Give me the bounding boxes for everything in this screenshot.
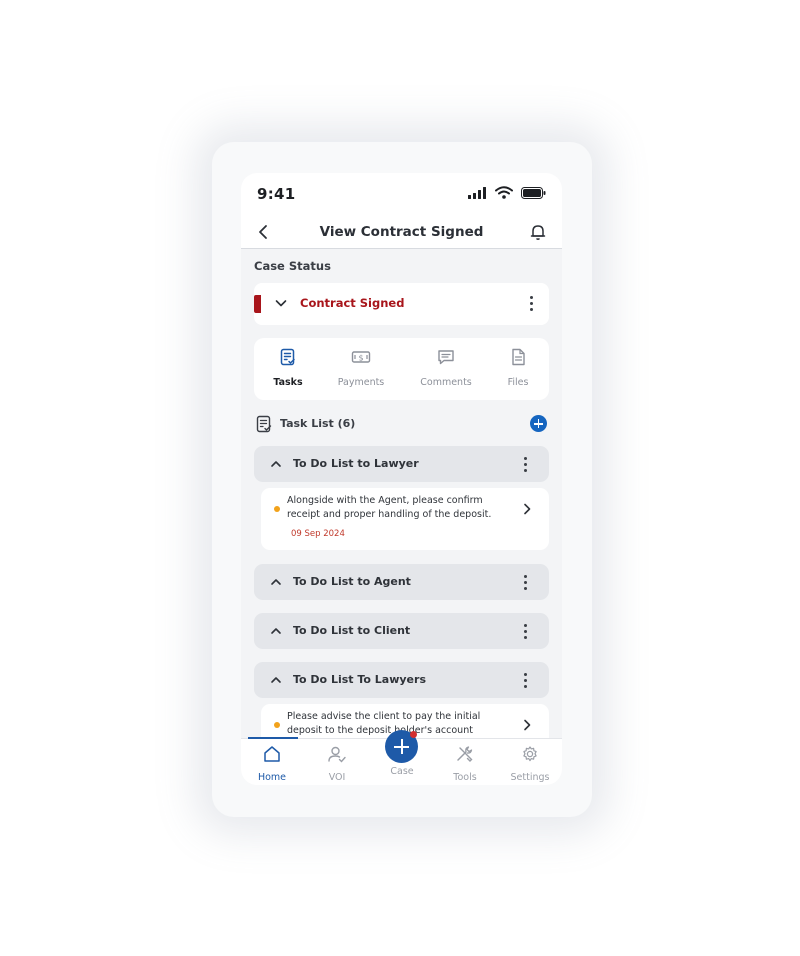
case-status-card[interactable]: Contract Signed [254, 283, 549, 325]
clock: 9:41 [257, 185, 296, 203]
chevron-up-icon[interactable] [270, 625, 282, 637]
page-title: View Contract Signed [319, 224, 484, 240]
task-date: 09 Sep 2024 [291, 529, 345, 539]
tab-comments[interactable]: Comments [416, 348, 476, 389]
gear-icon [523, 746, 537, 762]
payments-icon: $ [351, 351, 371, 363]
nav-label: Settings [510, 772, 550, 783]
task-list-icon [256, 415, 272, 433]
chevron-right-icon[interactable] [521, 502, 533, 516]
wifi-icon [495, 186, 513, 199]
task-list-title: Task List (6) [280, 417, 356, 430]
task-status-dot [274, 506, 280, 512]
tab-label: Payments [337, 377, 385, 388]
home-icon [264, 746, 280, 762]
group-more-button[interactable] [524, 575, 528, 591]
chevron-up-icon[interactable] [270, 458, 282, 470]
tasks-icon [280, 348, 295, 366]
phone-screen: 9:41 View Contract Signed Case Status Co… [241, 173, 562, 785]
task-group-title: To Do List To Lawyers [293, 673, 426, 686]
case-status-value: Contract Signed [300, 296, 405, 310]
nav-label: Tools [453, 772, 477, 783]
status-color-marker [254, 295, 261, 313]
task-group-lawyers[interactable]: To Do List To Lawyers [254, 662, 549, 698]
task-text: Alongside with the Agent, please confirm… [287, 495, 492, 520]
group-more-button[interactable] [524, 673, 528, 689]
app-header: View Contract Signed [241, 217, 562, 249]
status-bar: 9:41 [241, 173, 562, 217]
notifications-button[interactable] [529, 223, 547, 241]
tab-label: Files [507, 377, 529, 388]
tab-label: Comments [420, 377, 472, 388]
tab-tasks[interactable]: Tasks [258, 348, 318, 389]
section-tabs: Tasks $ Payments Comments Files [254, 338, 549, 400]
status-more-button[interactable] [530, 296, 534, 312]
group-more-button[interactable] [524, 624, 528, 640]
add-task-button[interactable] [530, 415, 547, 432]
chevron-right-icon[interactable] [521, 718, 533, 732]
files-icon [512, 348, 525, 366]
task-group-title: To Do List to Client [293, 624, 411, 637]
nav-settings[interactable]: Settings [505, 745, 555, 784]
case-status-label: Case Status [254, 259, 331, 273]
task-status-dot [274, 722, 280, 728]
nav-voi[interactable]: VOI [312, 745, 362, 784]
chevron-up-icon[interactable] [270, 576, 282, 588]
nav-label: VOI [328, 772, 346, 783]
signal-icon [468, 187, 486, 199]
user-check-icon [328, 746, 346, 763]
tab-payments[interactable]: $ Payments [331, 348, 391, 389]
task-group-title: To Do List to Lawyer [293, 457, 419, 470]
chevron-up-icon[interactable] [270, 674, 282, 686]
svg-text:$: $ [358, 353, 363, 362]
nav-label[interactable]: Case [377, 766, 427, 777]
group-more-button[interactable] [524, 457, 528, 473]
notification-dot [410, 731, 417, 738]
bottom-navigation: Home VOI Case Tools Settings [241, 730, 562, 785]
nav-label: Home [257, 772, 287, 783]
task-group-title: To Do List to Agent [293, 575, 411, 588]
tab-label: Tasks [273, 377, 303, 388]
battery-icon [521, 187, 546, 199]
tools-icon [457, 746, 473, 762]
task-group-agent[interactable]: To Do List to Agent [254, 564, 549, 600]
nav-tools[interactable]: Tools [440, 745, 490, 784]
comments-icon [438, 350, 454, 365]
task-item[interactable]: Alongside with the Agent, please confirm… [261, 488, 549, 550]
nav-home[interactable]: Home [247, 745, 297, 784]
task-list-header: Task List (6) [254, 414, 549, 434]
task-group-client[interactable]: To Do List to Client [254, 613, 549, 649]
task-group-lawyer[interactable]: To Do List to Lawyer [254, 446, 549, 482]
chevron-down-icon[interactable] [274, 296, 288, 310]
active-tab-indicator [248, 737, 298, 739]
tab-files[interactable]: Files [488, 348, 548, 389]
